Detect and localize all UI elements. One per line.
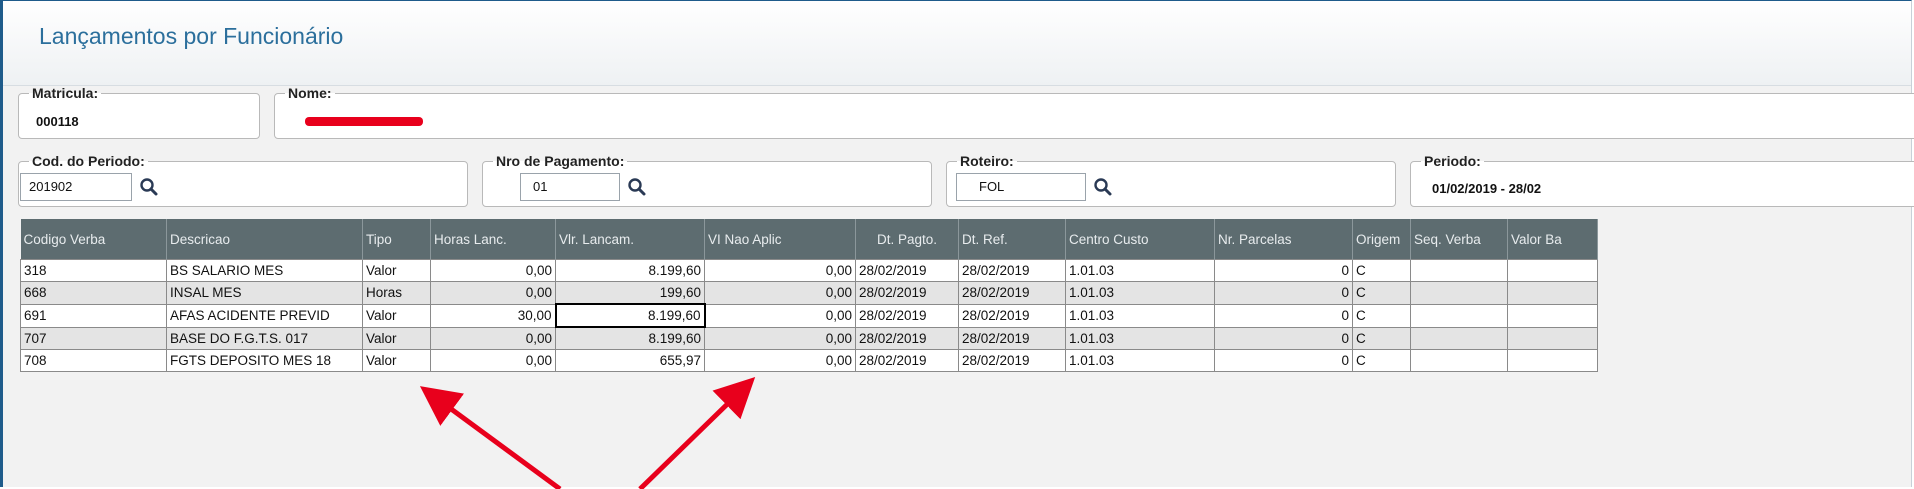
arrow-to-descricao: [419, 386, 562, 489]
arrow-to-valor: [638, 377, 756, 489]
annotation-arrows: [419, 377, 756, 489]
